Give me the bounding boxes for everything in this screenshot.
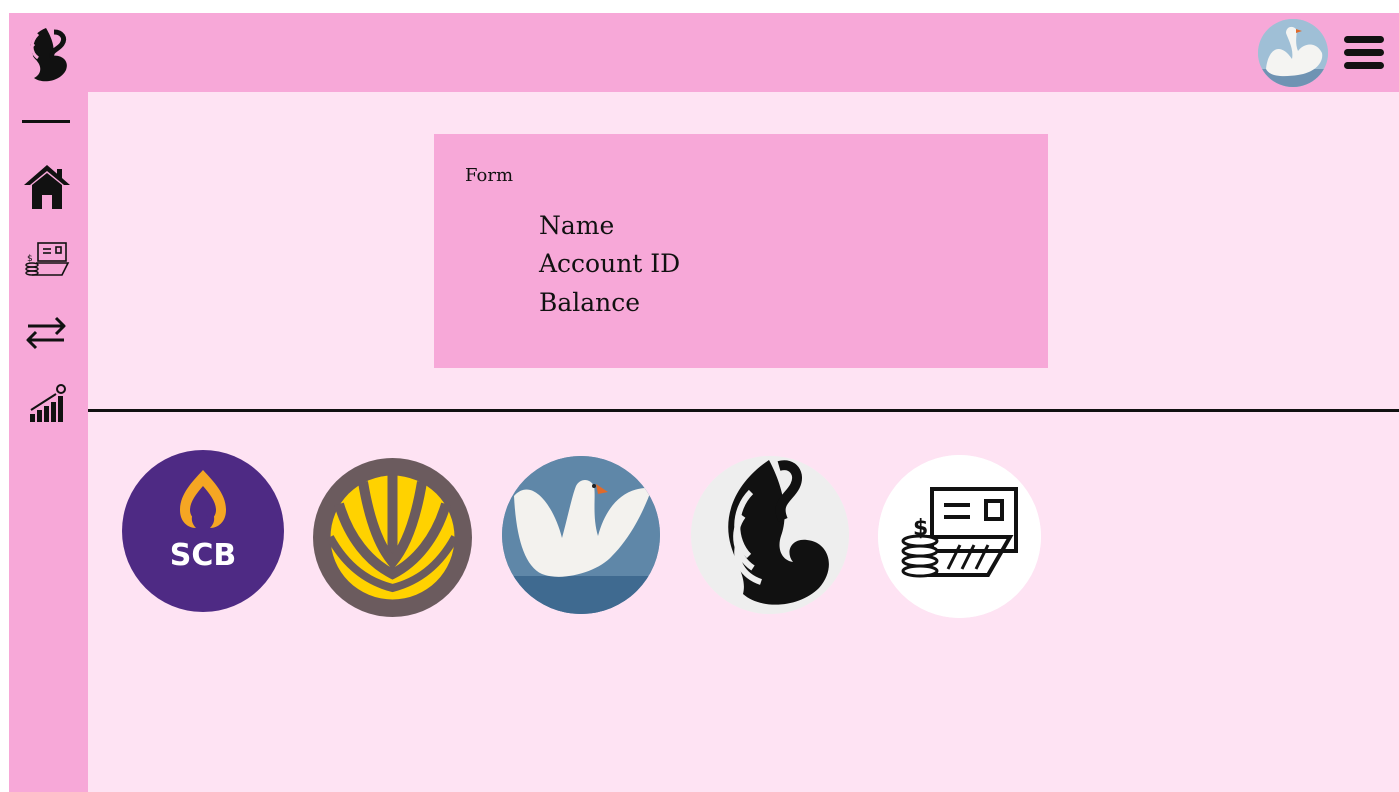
scb-logo[interactable]: SCB [122, 450, 284, 612]
krungsri-logo[interactable] [313, 458, 472, 617]
stats-icon[interactable] [28, 384, 68, 424]
home-icon[interactable] [22, 163, 72, 211]
sidebar-divider [22, 120, 70, 123]
profile-avatar[interactable] [1258, 19, 1328, 87]
transfer-icon[interactable] [22, 312, 70, 352]
swan-logo-icon [691, 456, 849, 614]
scb-label: SCB [169, 538, 237, 573]
krungsri-emblem-icon [326, 475, 459, 600]
svg-text:$: $ [27, 254, 33, 264]
payment-icon[interactable]: $ [24, 241, 70, 277]
hamburger-menu-icon[interactable] [1342, 33, 1386, 73]
scb-emblem-icon [180, 470, 226, 528]
field-balance[interactable]: Balance [539, 287, 640, 319]
payment-icon: $ [878, 455, 1041, 618]
svg-text:$: $ [913, 516, 928, 541]
field-account-id[interactable]: Account ID [539, 248, 680, 280]
payment-app-logo[interactable]: $ [878, 455, 1041, 618]
field-name[interactable]: Name [539, 210, 614, 242]
section-divider [88, 409, 1399, 412]
swan-brand-logo[interactable] [691, 456, 849, 614]
form-title: Form [465, 165, 514, 186]
account-form: Form Name Account ID Balance [434, 134, 1048, 368]
swan-photo-logo[interactable] [502, 456, 660, 614]
swan-logo-icon[interactable] [16, 24, 72, 92]
swan-photo-icon [502, 456, 660, 614]
swan-photo-icon [1258, 19, 1328, 87]
top-bar [9, 13, 1399, 92]
